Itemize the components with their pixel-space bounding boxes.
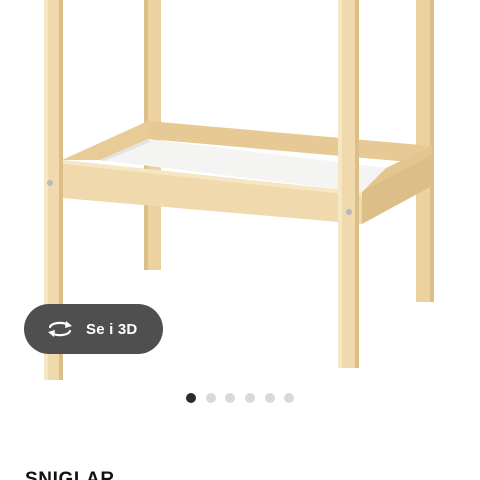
product-title: SNIGLAR [25,469,115,480]
pagination-dot-4[interactable] [245,393,255,403]
pagination-dot-6[interactable] [284,393,294,403]
pagination-dot-3[interactable] [225,393,235,403]
product-page: Se i 3D SNIGLAR [0,0,480,480]
view-in-3d-label: Se i 3D [86,320,138,338]
image-pagination [0,392,480,404]
view-in-3d-button[interactable]: Se i 3D [24,304,163,354]
pagination-dot-1[interactable] [186,393,196,403]
pagination-dot-5[interactable] [265,393,275,403]
screw-left [47,180,53,186]
pagination-dot-2[interactable] [206,393,216,403]
screw-right [346,209,352,215]
rotate-3d-icon [46,319,74,339]
